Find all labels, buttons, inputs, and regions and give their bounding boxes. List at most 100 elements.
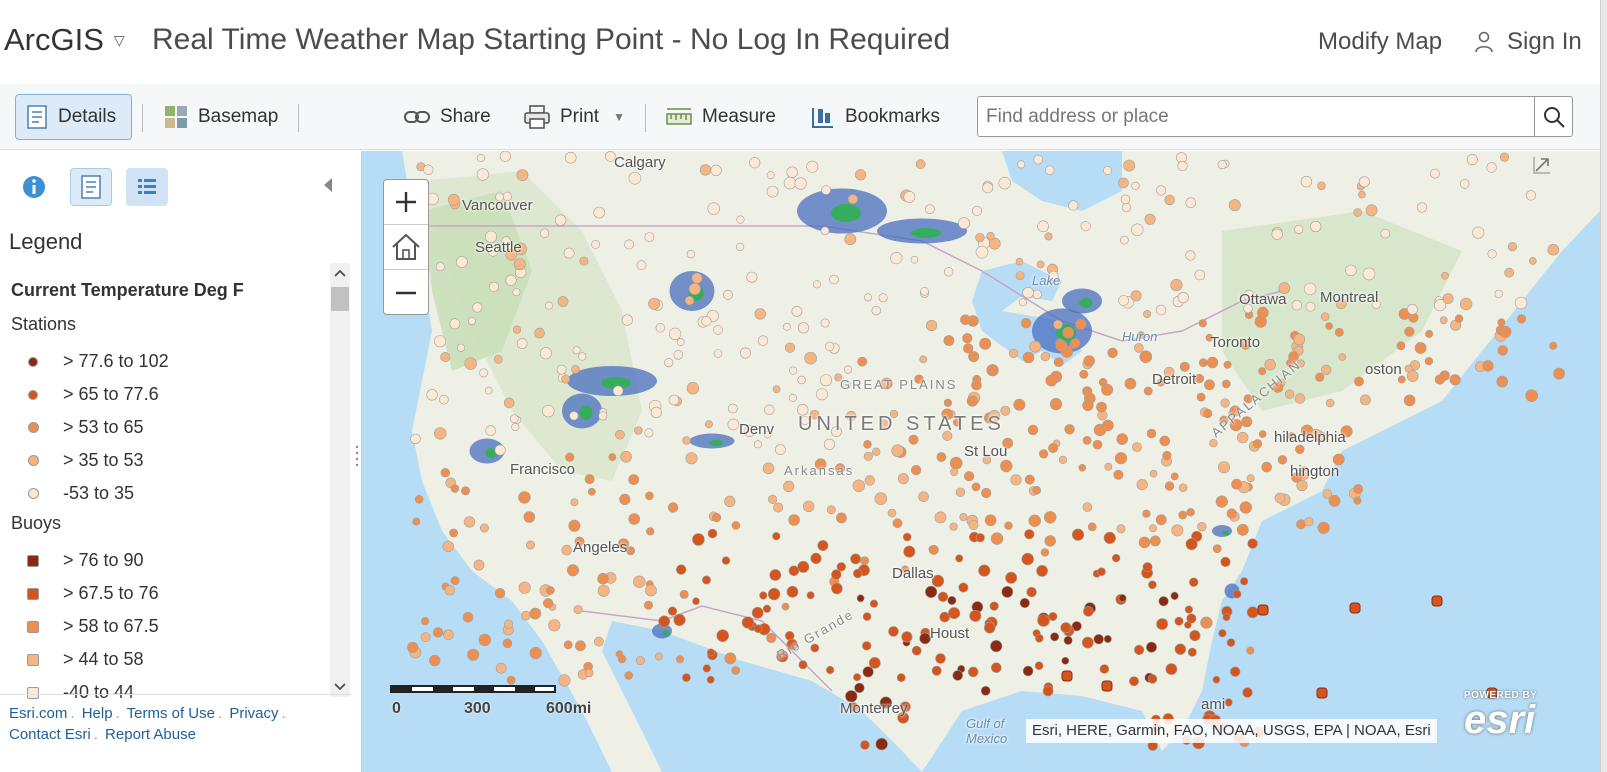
scroll-thumb[interactable] — [331, 287, 349, 311]
station-marker — [1220, 398, 1230, 408]
station-marker — [1053, 357, 1064, 367]
station-marker — [1103, 166, 1113, 175]
legend-swatch-wrapper — [21, 587, 45, 600]
about-tab[interactable] — [13, 168, 55, 206]
station-marker — [578, 352, 587, 361]
station-marker — [910, 465, 922, 476]
station-marker — [983, 622, 996, 634]
scroll-up-button[interactable] — [330, 263, 350, 283]
station-marker — [434, 335, 447, 348]
panel-resize-handle[interactable] — [355, 444, 359, 475]
station-marker — [1131, 223, 1144, 236]
content-tab[interactable] — [70, 168, 112, 206]
station-marker — [1294, 393, 1306, 404]
radar-core — [831, 204, 861, 222]
station-marker — [1082, 386, 1093, 397]
station-marker — [941, 408, 954, 421]
esri-link[interactable]: Esri.com — [9, 705, 67, 722]
station-marker — [1516, 314, 1527, 324]
home-button[interactable] — [384, 225, 428, 270]
station-marker — [1004, 521, 1013, 530]
arcgis-menu[interactable]: ArcGIS ▽ — [4, 22, 125, 58]
station-marker — [773, 502, 784, 513]
esri-logo[interactable]: POWERED BY esri — [1454, 686, 1554, 746]
print-button[interactable]: Print ▼ — [514, 94, 635, 140]
station-marker — [949, 456, 963, 470]
station-marker — [1042, 685, 1054, 697]
details-button[interactable]: Details — [15, 94, 132, 140]
station-marker — [971, 205, 982, 216]
station-marker — [447, 193, 460, 206]
station-marker — [743, 425, 756, 437]
station-marker — [570, 498, 579, 507]
station-marker — [797, 322, 810, 334]
privacy-link[interactable]: Privacy — [229, 705, 278, 722]
buoy-marker — [1431, 595, 1443, 607]
legend-label: > 44 to 58 — [63, 649, 144, 669]
station-marker — [518, 491, 531, 504]
bookmarks-button[interactable]: Bookmarks — [801, 94, 950, 140]
expand-icon[interactable] — [1532, 155, 1552, 180]
station-marker — [925, 204, 935, 215]
legend-label: > 53 to 65 — [63, 417, 144, 437]
station-marker — [1162, 450, 1172, 461]
basemap-button[interactable]: Basemap — [154, 94, 288, 140]
station-marker — [935, 653, 946, 664]
station-marker — [1466, 154, 1478, 166]
collapse-panel-button[interactable] — [323, 177, 333, 198]
station-marker — [1148, 580, 1157, 590]
modify-map-link[interactable]: Modify Map — [1318, 28, 1442, 56]
station-marker — [1310, 428, 1322, 440]
legend-content: Current Temperature Deg F Stations > 77.… — [11, 279, 321, 701]
station-marker — [1499, 325, 1512, 338]
station-marker — [1185, 538, 1198, 551]
station-marker — [1449, 374, 1461, 386]
station-marker — [1277, 455, 1288, 465]
printer-icon — [524, 105, 550, 129]
station-marker — [685, 452, 698, 465]
search-input[interactable] — [978, 97, 1527, 136]
help-link[interactable]: Help — [82, 705, 113, 722]
station-marker — [757, 335, 769, 346]
station-marker — [1036, 564, 1048, 577]
station-marker — [1404, 326, 1415, 337]
station-marker — [1133, 343, 1144, 353]
station-marker — [727, 403, 738, 414]
terms-link[interactable]: Terms of Use — [127, 705, 215, 722]
station-marker — [1236, 523, 1249, 536]
station-marker — [645, 491, 654, 501]
contact-link[interactable]: Contact Esri — [9, 726, 91, 743]
legend-tab[interactable] — [126, 168, 168, 206]
station-marker — [852, 479, 865, 492]
sign-in-link[interactable]: Sign In — [1475, 28, 1582, 56]
station-marker — [1093, 634, 1104, 645]
station-marker — [1068, 200, 1079, 211]
station-marker — [1078, 463, 1087, 472]
station-marker — [1345, 264, 1357, 277]
details-icon — [27, 105, 47, 129]
station-marker — [442, 540, 454, 553]
station-marker — [919, 355, 928, 364]
station-marker — [772, 532, 781, 541]
station-marker — [975, 245, 989, 259]
search-button[interactable] — [1534, 97, 1572, 136]
window-scrollbar[interactable] — [1600, 0, 1607, 772]
map-view[interactable]: Calgary Vancouver Seattle Ottawa Montrea… — [362, 151, 1600, 772]
radar-core — [579, 406, 593, 420]
station-marker — [484, 386, 493, 395]
zoom-out-button[interactable] — [384, 270, 428, 315]
measure-button[interactable]: Measure — [656, 94, 786, 140]
legend-scrollbar[interactable] — [330, 263, 350, 697]
station-marker — [617, 538, 630, 550]
station-marker — [1116, 524, 1126, 534]
report-abuse-link[interactable]: Report Abuse — [105, 726, 196, 743]
station-marker — [543, 598, 554, 609]
zoom-in-button[interactable] — [384, 180, 428, 225]
station-marker — [984, 514, 997, 527]
station-marker — [1487, 249, 1497, 259]
station-marker — [806, 160, 819, 173]
station-marker — [1170, 278, 1183, 292]
share-button[interactable]: Share — [394, 94, 501, 140]
station-marker — [1155, 185, 1167, 196]
station-marker — [766, 171, 775, 180]
